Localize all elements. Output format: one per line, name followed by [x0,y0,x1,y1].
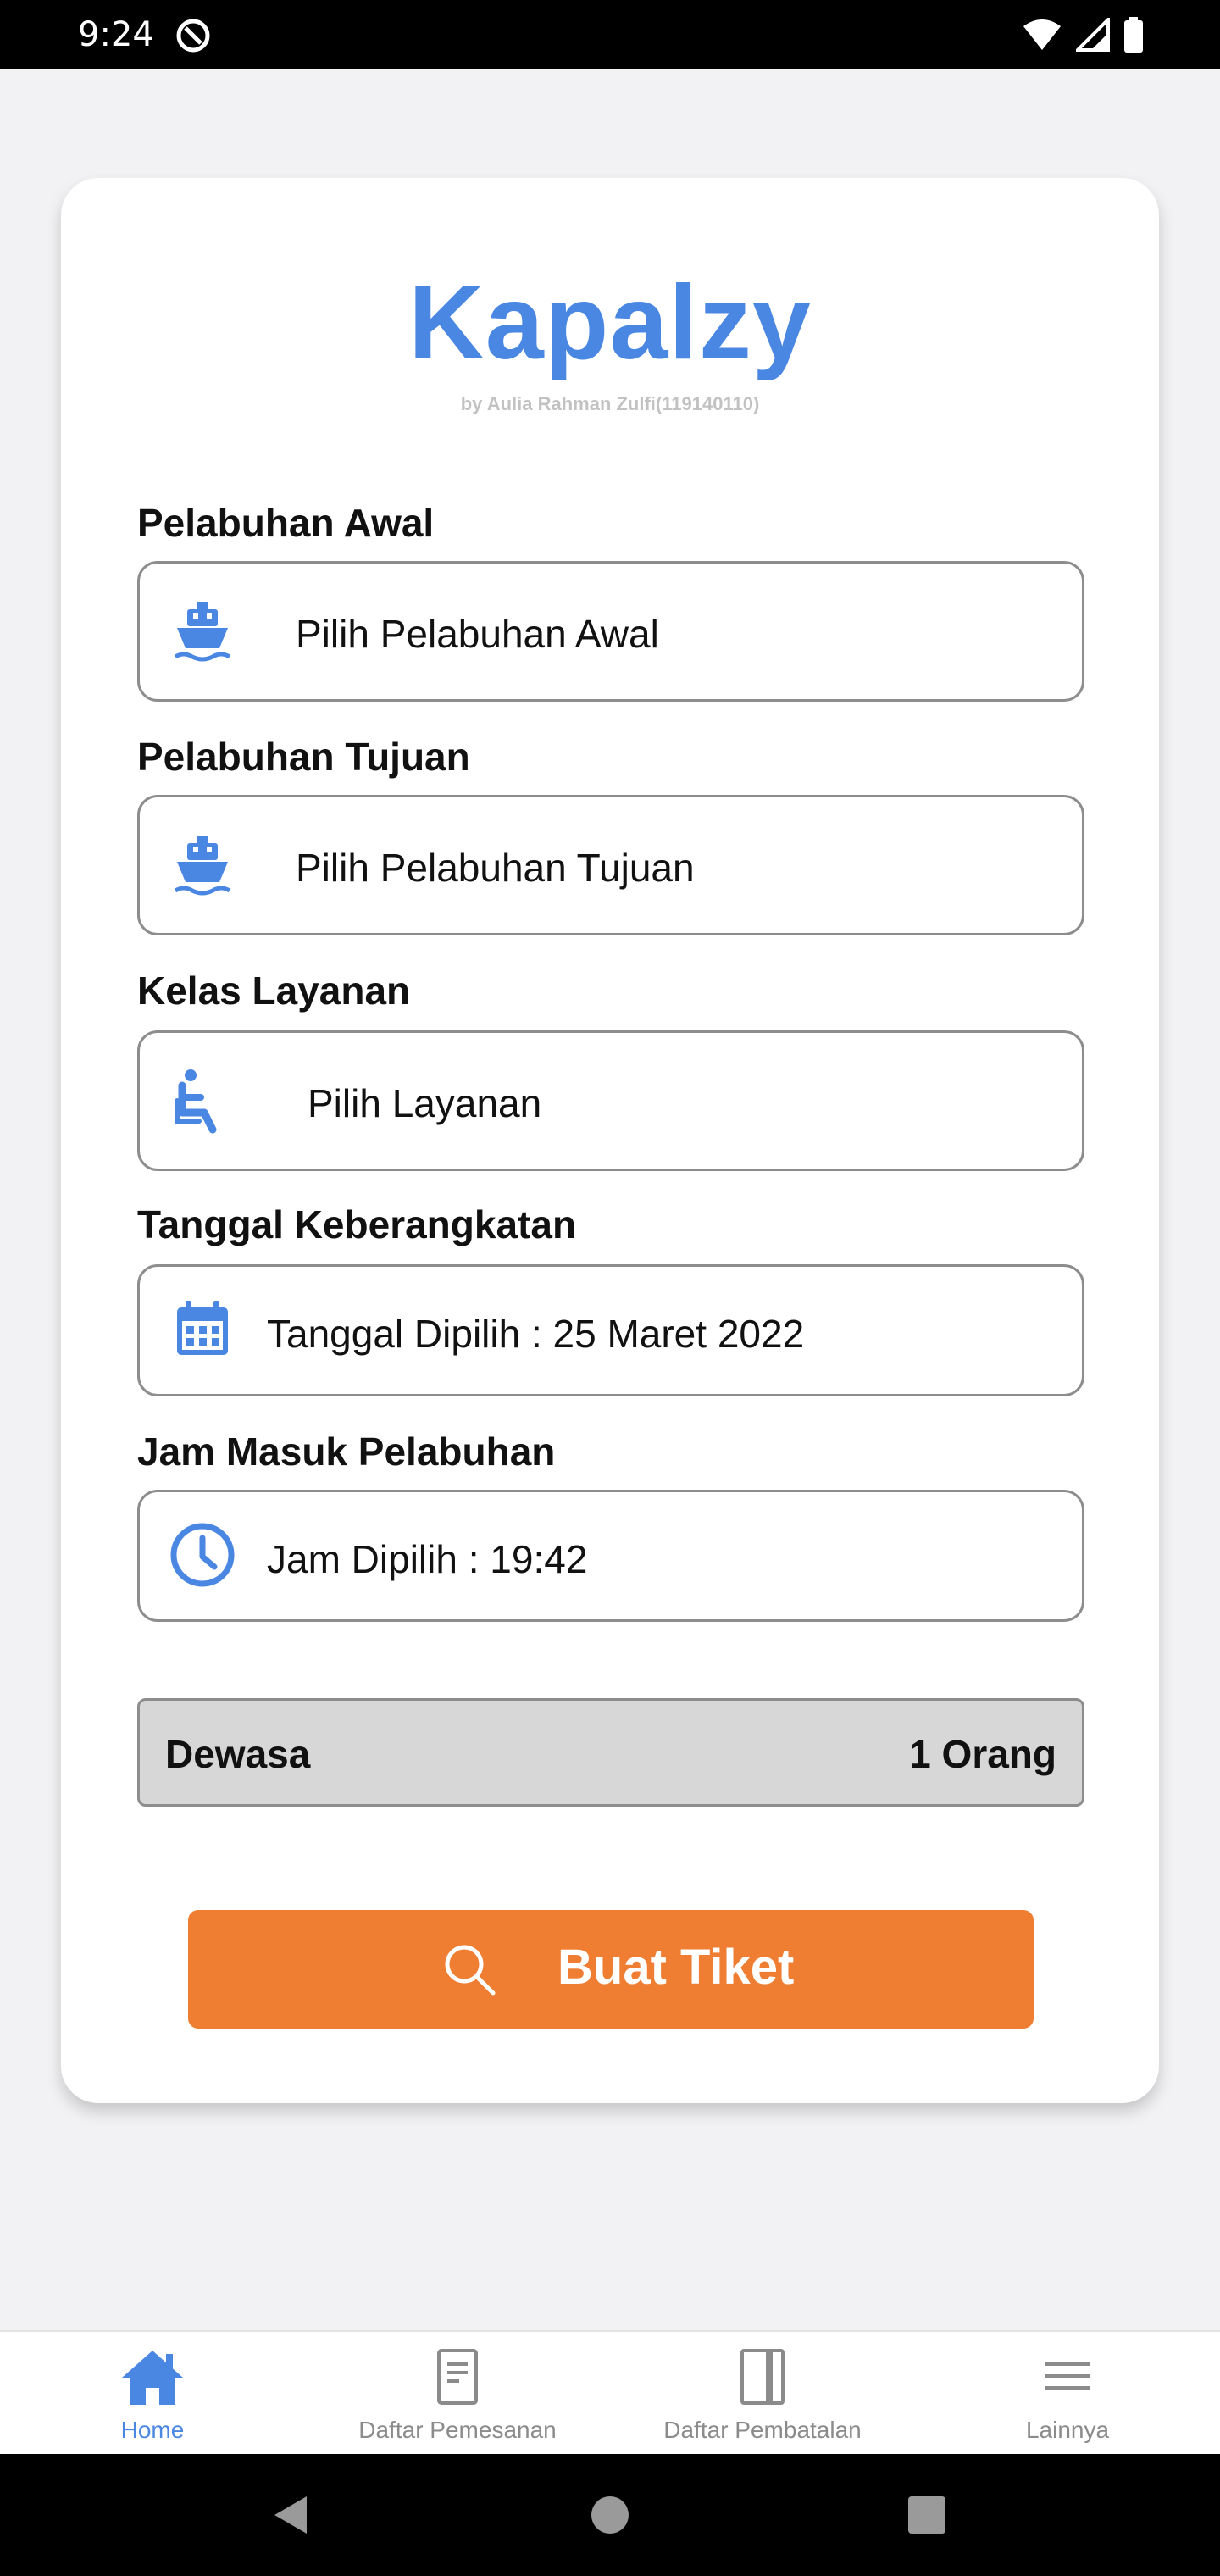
nav-label-daftar-pembatalan: Daftar Pembatalan [663,2417,862,2443]
booking-card: Kapalzy by Aulia Rahman Zulfi(119140110)… [61,178,1159,2103]
system-nav-bar [0,2454,1220,2576]
status-time: 9:24 [78,15,154,54]
nav-item-daftar-pemesanan[interactable]: Daftar Pemesanan [305,2332,610,2456]
ship-icon [174,602,231,662]
service-class-label: Kelas Layanan [137,969,411,1013]
app-subtitle: by Aulia Rahman Zulfi(119140110) [460,393,760,414]
service-class-select[interactable]: Pilih Layanan [137,1030,1084,1171]
seat-icon [175,1069,217,1134]
destination-port-select[interactable]: Pilih Pelabuhan Tujuan [137,795,1084,935]
port-entry-time-value: Jam Dipilih : 19:42 [267,1537,588,1581]
ship-icon [174,836,231,896]
port-entry-time-label: Jam Masuk Pelabuhan [137,1430,556,1474]
create-ticket-label: Buat Tiket [557,1940,795,1995]
nav-item-daftar-pembatalan[interactable]: Daftar Pembatalan [610,2332,915,2456]
destination-port-label: Pelabuhan Tujuan [137,735,470,779]
bottom-nav: Home Daftar Pemesanan Daftar Pembatalan … [0,2330,1220,2454]
wifi-icon [1023,19,1061,50]
signal-icon [1076,18,1110,52]
notification-icon [176,19,210,53]
back-icon[interactable] [268,2491,315,2539]
app-title: Kapalzy [408,264,812,381]
origin-port-select[interactable]: Pilih Pelabuhan Awal [137,561,1084,702]
destination-port-value: Pilih Pelabuhan Tujuan [296,846,695,890]
origin-port-value: Pilih Pelabuhan Awal [296,612,659,656]
departure-date-picker[interactable]: Tanggal Dipilih : 25 Maret 2022 [137,1264,1084,1396]
menu-icon [1045,2362,1090,2390]
service-class-value: Pilih Layanan [308,1081,542,1125]
passenger-count-row[interactable]: Dewasa 1 Orang [137,1698,1084,1807]
passenger-count: 1 Orang [909,1732,1056,1776]
book-icon [740,2349,785,2405]
battery-icon [1124,17,1143,53]
calendar-icon [177,1301,228,1355]
departure-date-value: Tanggal Dipilih : 25 Maret 2022 [267,1312,805,1356]
clock-icon [170,1523,235,1587]
origin-port-label: Pelabuhan Awal [137,501,435,545]
status-bar: 9:24 [0,0,1220,69]
recents-icon[interactable] [907,2495,947,2535]
nav-item-lainnya[interactable]: Lainnya [915,2332,1220,2456]
home-circle-icon[interactable] [588,2493,632,2537]
search-icon [445,1945,496,1996]
status-icons [1022,17,1144,53]
nav-label-home: Home [120,2417,185,2443]
nav-label-daftar-pemesanan: Daftar Pemesanan [358,2417,557,2443]
create-ticket-button[interactable]: Buat Tiket [188,1910,1034,2029]
port-entry-time-picker[interactable]: Jam Dipilih : 19:42 [137,1490,1084,1622]
nav-item-home[interactable]: Home [0,2332,305,2456]
passenger-type: Dewasa [165,1732,311,1776]
departure-date-label: Tanggal Keberangkatan [137,1202,577,1246]
home-icon [122,2351,183,2405]
document-icon [437,2349,478,2405]
nav-label-lainnya: Lainnya [1025,2417,1110,2443]
